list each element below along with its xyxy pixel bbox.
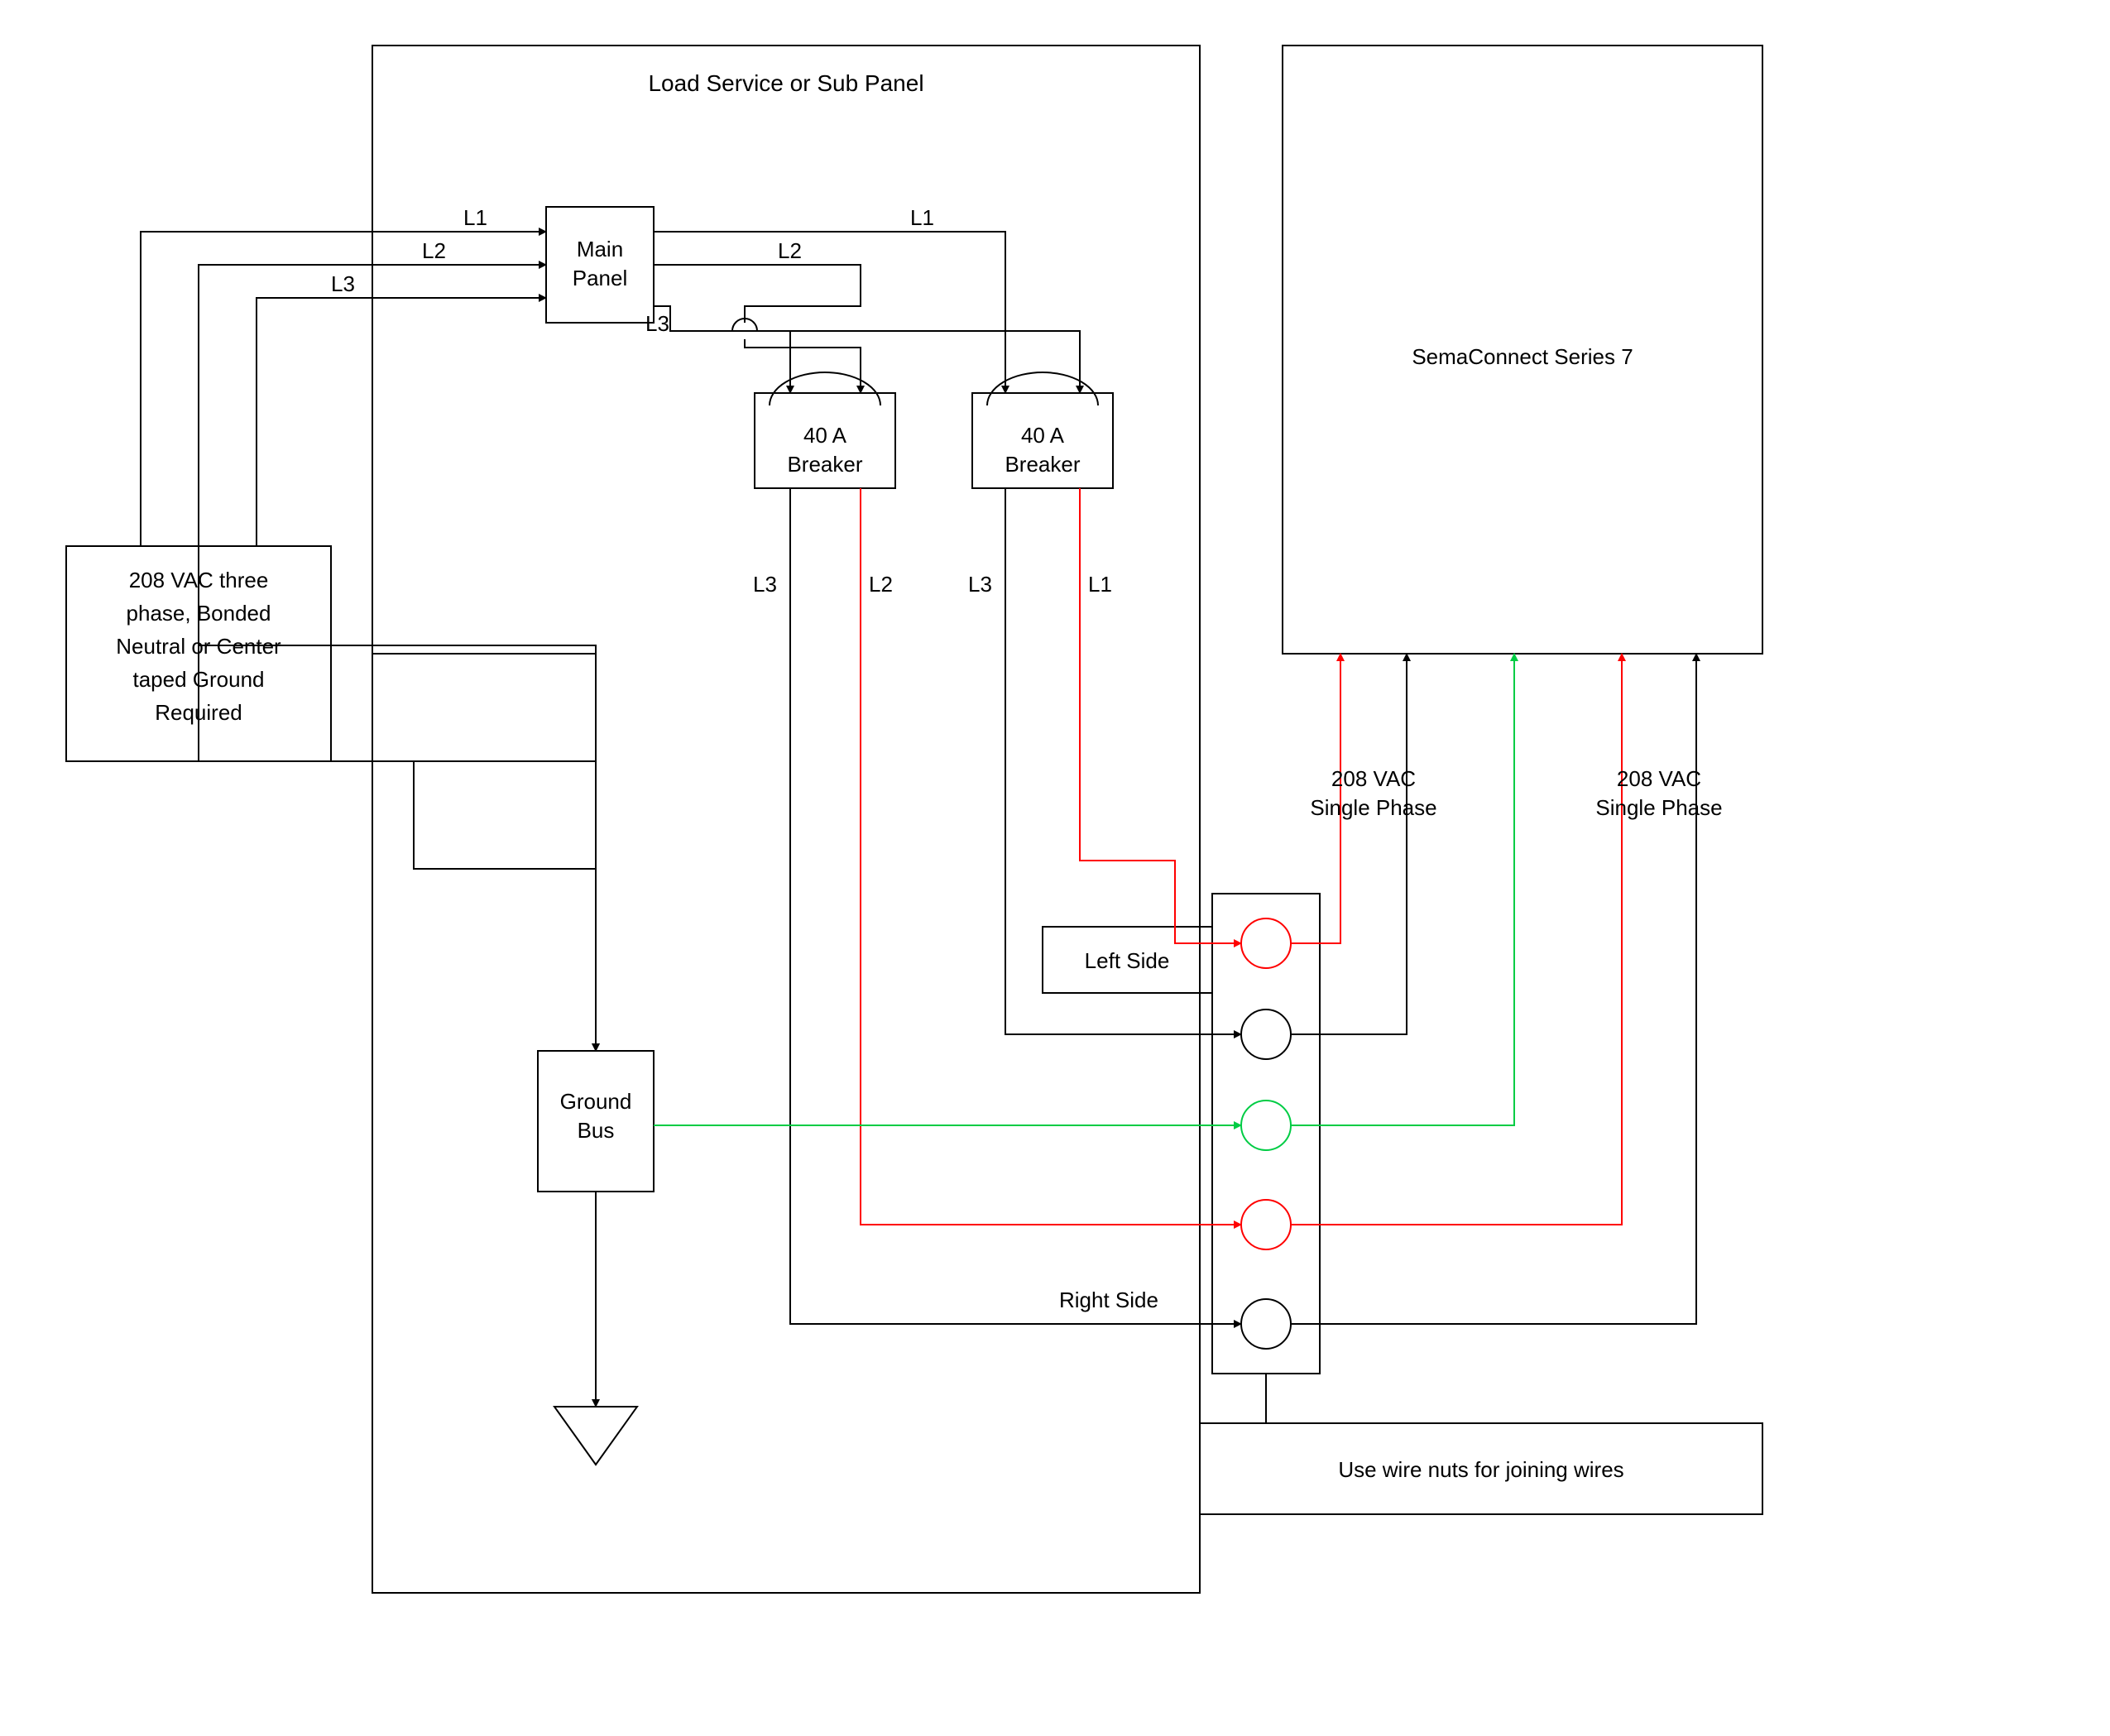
main-panel-box bbox=[546, 207, 654, 323]
label-l2-in: L2 bbox=[422, 238, 446, 263]
wire-dev-green bbox=[1291, 654, 1514, 1125]
main-panel-2: Panel bbox=[573, 266, 628, 290]
wire-dev-left-black bbox=[1291, 654, 1407, 1034]
label-brk1-l3: L3 bbox=[753, 572, 777, 597]
ground-bus-2: Bus bbox=[578, 1118, 615, 1143]
wiring-diagram: Load Service or Sub Panel 208 VAC three … bbox=[0, 0, 2110, 1736]
breaker-1-arc bbox=[770, 372, 880, 405]
left-side-label: Left Side bbox=[1085, 948, 1170, 973]
phase-right-2: Single Phase bbox=[1595, 795, 1722, 820]
wire-dev-right-black bbox=[1291, 654, 1696, 1324]
wire-brk2-l1-red bbox=[1080, 596, 1241, 943]
wire-brk1-l3-black bbox=[790, 596, 1241, 1324]
breaker-1-rating: 40 A bbox=[803, 423, 847, 448]
breaker-2-rating: 40 A bbox=[1021, 423, 1065, 448]
breaker-1-label: Breaker bbox=[787, 452, 862, 477]
note-text: Use wire nuts for joining wires bbox=[1338, 1457, 1623, 1482]
phase-left-1: 208 VAC bbox=[1331, 766, 1416, 791]
label-brk1-l2: L2 bbox=[869, 572, 893, 597]
wire-l3-out-b bbox=[790, 331, 1080, 393]
wire-ground-in bbox=[422, 761, 596, 1051]
phase-right-1: 208 VAC bbox=[1617, 766, 1701, 791]
right-side-label: Right Side bbox=[1059, 1288, 1158, 1312]
wire-l1-out bbox=[654, 232, 1005, 393]
terminal-3-green bbox=[1241, 1101, 1291, 1150]
breaker-2-label: Breaker bbox=[1005, 452, 1080, 477]
ground-symbol bbox=[554, 1407, 637, 1465]
load-service-panel bbox=[372, 46, 1200, 1593]
label-l3-in: L3 bbox=[331, 271, 355, 296]
wire-l3-in bbox=[257, 298, 546, 546]
main-panel-1: Main bbox=[577, 237, 623, 261]
wire-brk1-l2-red bbox=[861, 596, 1241, 1225]
terminal-4-red bbox=[1241, 1200, 1291, 1249]
wire-ground-feed bbox=[199, 654, 596, 1051]
label-brk2-l1: L1 bbox=[1088, 572, 1112, 597]
panel-title: Load Service or Sub Panel bbox=[648, 70, 923, 96]
label-l2-out: L2 bbox=[778, 238, 802, 263]
phase-left-2: Single Phase bbox=[1310, 795, 1436, 820]
label-l1-in: L1 bbox=[463, 205, 487, 230]
label-brk2-l3: L3 bbox=[968, 572, 992, 597]
terminal-5-black bbox=[1241, 1299, 1291, 1349]
wire-nut-block bbox=[1212, 894, 1320, 1374]
label-l1-out: L1 bbox=[910, 205, 934, 230]
ground-bus-1: Ground bbox=[560, 1089, 632, 1114]
terminal-2-black bbox=[1241, 1009, 1291, 1059]
label-l3-out: L3 bbox=[645, 311, 669, 336]
terminal-1-red bbox=[1241, 918, 1291, 968]
breaker-2-arc bbox=[987, 372, 1098, 405]
device-label: SemaConnect Series 7 bbox=[1412, 344, 1633, 369]
wire-l3-out-a bbox=[654, 306, 790, 393]
